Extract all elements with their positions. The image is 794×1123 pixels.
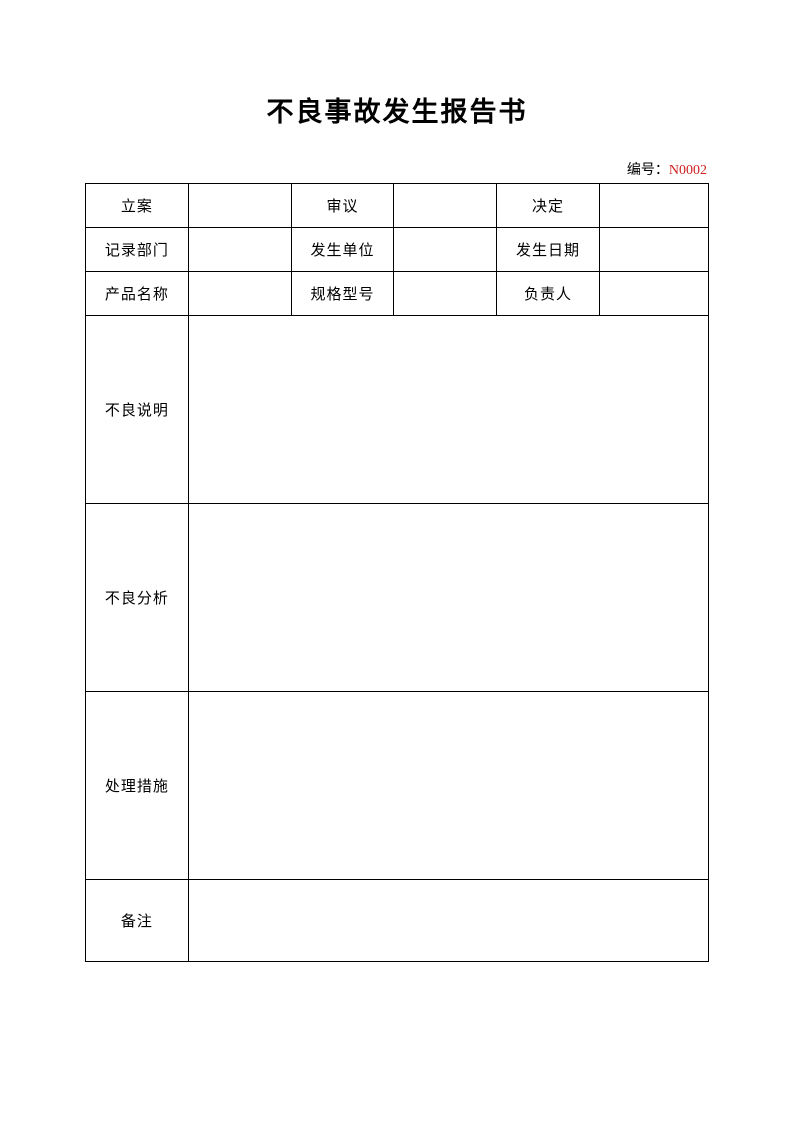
responsible-value[interactable] <box>599 272 708 316</box>
measures-label: 处理措施 <box>86 692 189 880</box>
serial-number: N0002 <box>669 163 707 178</box>
report-form-table: 立案 审议 决定 记录部门 发生单位 发生日期 产品名称 规格型号 负责人 不良… <box>85 183 709 962</box>
spec-model-value[interactable] <box>394 272 497 316</box>
filing-value[interactable] <box>188 184 291 228</box>
spec-model-label: 规格型号 <box>291 272 394 316</box>
document-title: 不良事故发生报告书 <box>85 90 709 129</box>
defect-analysis-label: 不良分析 <box>86 504 189 692</box>
occur-date-label: 发生日期 <box>497 228 600 272</box>
product-name-value[interactable] <box>188 272 291 316</box>
defect-desc-label: 不良说明 <box>86 316 189 504</box>
responsible-label: 负责人 <box>497 272 600 316</box>
remarks-value[interactable] <box>188 880 708 962</box>
filing-label: 立案 <box>86 184 189 228</box>
review-label: 审议 <box>291 184 394 228</box>
occur-unit-value[interactable] <box>394 228 497 272</box>
measures-value[interactable] <box>188 692 708 880</box>
remarks-label: 备注 <box>86 880 189 962</box>
defect-desc-value[interactable] <box>188 316 708 504</box>
occur-date-value[interactable] <box>599 228 708 272</box>
product-name-label: 产品名称 <box>86 272 189 316</box>
decision-label: 决定 <box>497 184 600 228</box>
occur-unit-label: 发生单位 <box>291 228 394 272</box>
review-value[interactable] <box>394 184 497 228</box>
defect-analysis-value[interactable] <box>188 504 708 692</box>
record-dept-value[interactable] <box>188 228 291 272</box>
serial-label: 编号： <box>627 163 669 178</box>
serial-number-row: 编号：N0002 <box>85 159 709 179</box>
record-dept-label: 记录部门 <box>86 228 189 272</box>
decision-value[interactable] <box>599 184 708 228</box>
